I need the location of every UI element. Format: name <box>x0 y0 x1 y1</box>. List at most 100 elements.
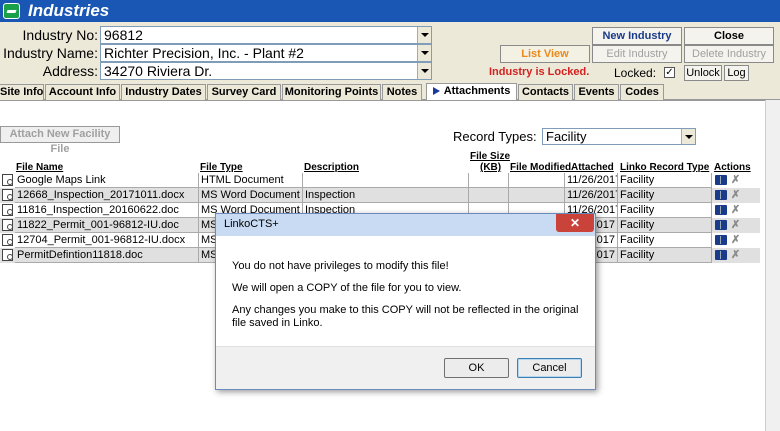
record-types-label: Record Types: <box>453 129 537 144</box>
record-types-value: Facility <box>546 129 587 144</box>
chevron-down-icon[interactable] <box>417 63 431 79</box>
file-modified-cell <box>509 188 565 203</box>
col-description[interactable]: Description <box>304 162 359 173</box>
locked-label: Locked: <box>614 66 657 80</box>
ok-button[interactable]: OK <box>444 358 509 378</box>
dialog-title: LinkoCTS+ <box>224 218 279 230</box>
log-button[interactable]: Log <box>724 65 749 81</box>
arrow-right-icon <box>432 87 440 96</box>
file-name-cell: 11816_Inspection_20160622.doc <box>15 203 199 218</box>
address-label: Address: <box>42 63 98 79</box>
open-book-icon[interactable] <box>715 205 727 215</box>
dialog-message-line3: Any changes you make to this COPY will n… <box>232 304 579 329</box>
document-view-icon[interactable] <box>2 249 13 261</box>
tab-attachments[interactable]: Attachments <box>426 83 517 100</box>
tab-survey-card[interactable]: Survey Card <box>207 84 281 100</box>
privileges-dialog: LinkoCTS+ ✕ You do not have privileges t… <box>215 213 596 390</box>
col-actions: Actions <box>714 162 751 173</box>
dialog-close-icon[interactable]: ✕ <box>556 214 594 232</box>
window-titlebar: Industries <box>0 0 780 22</box>
window-title: Industries <box>28 1 110 20</box>
industry-name-value: Richter Precision, Inc. - Plant #2 <box>104 45 304 61</box>
file-name-cell: PermitDefintion11818.doc <box>15 248 199 263</box>
delete-x-icon[interactable]: ✗ <box>731 174 743 186</box>
chevron-down-icon[interactable] <box>417 45 431 61</box>
close-button[interactable]: Close <box>684 27 774 45</box>
chevron-down-icon[interactable] <box>681 129 695 144</box>
industry-no-combo[interactable]: 96812 <box>100 26 432 44</box>
tab-industry-dates[interactable]: Industry Dates <box>121 84 206 100</box>
col-linko-record-type[interactable]: Linko Record Type <box>620 162 709 173</box>
col-file-modified[interactable]: File Modified <box>510 162 571 173</box>
file-name-cell: Google Maps Link <box>15 173 199 188</box>
cancel-button[interactable]: Cancel <box>517 358 582 378</box>
file-name-cell: 12704_Permit_001-96812-IU.docx <box>15 233 199 248</box>
tab-contacts[interactable]: Contacts <box>518 84 573 100</box>
record-type-cell: Facility <box>618 203 712 218</box>
table-row[interactable]: 12668_Inspection_20171011.docx MS Word D… <box>0 188 760 203</box>
record-type-cell: Facility <box>618 173 712 188</box>
delete-x-icon[interactable]: ✗ <box>731 204 743 216</box>
tab-notes[interactable]: Notes <box>382 84 422 100</box>
dialog-body: You do not have privileges to modify thi… <box>216 236 595 346</box>
attached-cell: 11/26/2017 <box>565 188 618 203</box>
col-file-size-unit: (KB) <box>480 162 502 173</box>
delete-x-icon[interactable]: ✗ <box>731 234 743 246</box>
unlock-button[interactable]: Unlock <box>684 65 722 81</box>
new-industry-button[interactable]: New Industry <box>592 27 682 45</box>
address-combo[interactable]: 34270 Riviera Dr. <box>100 62 432 80</box>
locked-checkbox[interactable]: ✓ <box>664 67 675 78</box>
open-book-icon[interactable] <box>715 220 727 230</box>
file-modified-cell <box>509 173 565 188</box>
industry-name-label: Industry Name: <box>3 45 98 61</box>
table-row[interactable]: Google Maps Link HTML Document 11/26/201… <box>0 173 760 188</box>
file-name-cell: 11822_Permit_001-96812-IU.doc <box>15 218 199 233</box>
tab-codes[interactable]: Codes <box>620 84 664 100</box>
app-logo-icon <box>3 3 20 19</box>
chevron-down-icon[interactable] <box>417 27 431 43</box>
file-name-cell: 12668_Inspection_20171011.docx <box>15 188 199 203</box>
file-type-cell: HTML Document <box>199 173 303 188</box>
industry-header: Industry No: 96812 Industry Name: Richte… <box>0 22 780 84</box>
col-file-name[interactable]: File Name <box>16 162 63 173</box>
attach-new-file-button[interactable]: Attach New Facility File <box>0 126 120 155</box>
document-view-icon[interactable] <box>2 219 13 231</box>
document-view-icon[interactable] <box>2 189 13 201</box>
delete-x-icon[interactable]: ✗ <box>731 219 743 231</box>
industry-name-combo[interactable]: Richter Precision, Inc. - Plant #2 <box>100 44 432 62</box>
document-view-icon[interactable] <box>2 174 13 186</box>
col-file-type[interactable]: File Type <box>200 162 243 173</box>
delete-industry-button[interactable]: Delete Industry <box>684 45 774 63</box>
document-view-icon[interactable] <box>2 234 13 246</box>
col-file-size[interactable]: File Size <box>470 151 510 162</box>
description-cell: Inspection <box>303 188 469 203</box>
tab-events[interactable]: Events <box>574 84 619 100</box>
list-view-button[interactable]: List View <box>500 45 590 63</box>
attached-cell: 11/26/2017 <box>565 173 618 188</box>
document-view-icon[interactable] <box>2 204 13 216</box>
open-book-icon[interactable] <box>715 235 727 245</box>
open-book-icon[interactable] <box>715 190 727 200</box>
dialog-titlebar[interactable]: LinkoCTS+ ✕ <box>216 214 595 236</box>
industry-no-label: Industry No: <box>22 27 98 43</box>
vertical-scrollbar[interactable] <box>765 100 780 431</box>
file-size-cell <box>469 173 509 188</box>
description-cell <box>303 173 469 188</box>
open-book-icon[interactable] <box>715 175 727 185</box>
delete-x-icon[interactable]: ✗ <box>731 249 743 261</box>
tab-monitoring-points[interactable]: Monitoring Points <box>282 84 381 100</box>
record-type-cell: Facility <box>618 218 712 233</box>
col-attached[interactable]: Attached <box>571 162 614 173</box>
record-types-select[interactable]: Facility <box>542 128 696 145</box>
edit-industry-button[interactable]: Edit Industry <box>592 45 682 63</box>
record-type-cell: Facility <box>618 233 712 248</box>
tab-account-info[interactable]: Account Info <box>45 84 120 100</box>
file-type-cell: MS Word Document <box>199 188 303 203</box>
record-type-cell: Facility <box>618 248 712 263</box>
file-size-cell <box>469 188 509 203</box>
open-book-icon[interactable] <box>715 250 727 260</box>
delete-x-icon[interactable]: ✗ <box>731 189 743 201</box>
tab-attachments-label: Attachments <box>443 85 511 97</box>
tab-site-info[interactable]: Site Info <box>0 84 44 100</box>
dialog-message-line2: We will open a COPY of the file for you … <box>232 282 462 294</box>
